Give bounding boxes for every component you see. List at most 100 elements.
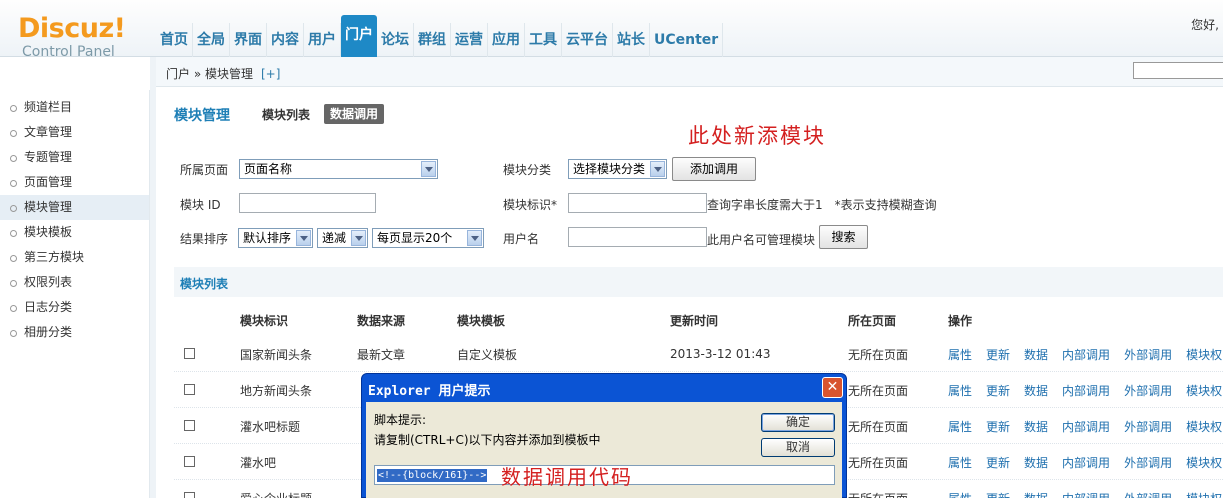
row-actions: 属性更新数据内部调用外部调用模块权限	[948, 418, 1223, 435]
row-checkbox[interactable]	[184, 420, 195, 431]
category-label: 模块分类	[503, 163, 552, 177]
row-actions: 属性更新数据内部调用外部调用模块权限	[948, 454, 1223, 471]
action-properties[interactable]: 属性	[948, 348, 972, 362]
row-checkbox[interactable]	[184, 348, 195, 359]
nav-ucenter[interactable]: UCenter	[650, 23, 724, 57]
page-select[interactable]: 页面名称	[239, 159, 438, 179]
quick-search-input[interactable]	[1133, 62, 1223, 79]
action-internal-call[interactable]: 内部调用	[1062, 456, 1110, 470]
row-source: 最新文章	[357, 348, 406, 362]
nav-founder[interactable]: 站长	[613, 23, 650, 57]
add-shortcut-link[interactable]: [+]	[261, 67, 280, 81]
row-time: 2013-3-12 01:43	[670, 347, 771, 361]
action-properties[interactable]: 属性	[948, 492, 972, 498]
nav-group[interactable]: 群组	[414, 23, 451, 57]
top-header: Discuz! Control Panel 首页 全局 界面 内容 用户 门户 …	[0, 0, 1223, 60]
action-internal-call[interactable]: 内部调用	[1062, 492, 1110, 498]
cancel-button[interactable]: 取消	[761, 438, 835, 457]
add-call-button[interactable]: 添加调用	[672, 157, 756, 181]
ident-hint: 查询字串长度需大于1 *表示支持模糊查询	[707, 198, 937, 212]
nav-user[interactable]: 用户	[304, 23, 341, 57]
sidebar-item-permission[interactable]: 权限列表	[0, 270, 149, 295]
sidebar-item-third-party[interactable]: 第三方模块	[0, 245, 149, 270]
sidebar-item-block[interactable]: 模块管理	[0, 195, 149, 220]
action-update[interactable]: 更新	[986, 492, 1010, 498]
annotation-code: 数据调用代码	[501, 465, 633, 489]
nav-operation[interactable]: 运营	[451, 23, 488, 57]
action-update[interactable]: 更新	[986, 384, 1010, 398]
breadcrumb-path: 门户 » 模块管理	[166, 67, 253, 81]
action-external-call[interactable]: 外部调用	[1124, 348, 1172, 362]
action-update[interactable]: 更新	[986, 456, 1010, 470]
block-ident-input[interactable]	[568, 193, 707, 213]
search-button[interactable]: 搜索	[819, 225, 868, 249]
sidebar-item-topic[interactable]: 专题管理	[0, 145, 149, 170]
explorer-prompt-dialog: Explorer 用户提示 ✕ 脚本提示: 请复制(CTRL+C)以下内容并添加…	[361, 373, 847, 498]
sidebar-item-blog-category[interactable]: 日志分类	[0, 295, 149, 320]
action-permission[interactable]: 模块权限	[1186, 348, 1223, 362]
row-checkbox[interactable]	[184, 384, 195, 395]
category-select[interactable]: 选择模块分类	[568, 159, 667, 179]
action-data[interactable]: 数据	[1024, 384, 1048, 398]
section-header: 模块列表	[174, 267, 1223, 297]
action-properties[interactable]: 属性	[948, 384, 972, 398]
nav-forum[interactable]: 论坛	[377, 23, 414, 57]
chevron-down-icon	[650, 161, 665, 177]
nav-tools[interactable]: 工具	[525, 23, 562, 57]
greeting: 您好,	[1191, 18, 1219, 32]
row-ident: 地方新闻头条	[240, 384, 313, 398]
action-data[interactable]: 数据	[1024, 348, 1048, 362]
row-checkbox[interactable]	[184, 456, 195, 467]
username-hint: 此用户名可管理模块	[707, 233, 816, 247]
col-template: 模块模板	[457, 314, 506, 328]
action-properties[interactable]: 属性	[948, 420, 972, 434]
action-properties[interactable]: 属性	[948, 456, 972, 470]
col-source: 数据来源	[357, 314, 406, 328]
sidebar-item-block-template[interactable]: 模块模板	[0, 220, 149, 245]
action-permission[interactable]: 模块权限	[1186, 384, 1223, 398]
per-page-select[interactable]: 每页显示20个	[372, 228, 484, 248]
username-input[interactable]	[568, 227, 707, 247]
nav-home[interactable]: 首页	[156, 23, 193, 57]
action-permission[interactable]: 模块权限	[1186, 420, 1223, 434]
table-row: 国家新闻头条 最新文章 自定义模板 2013-3-12 01:43 无所在页面 …	[174, 336, 1223, 372]
action-permission[interactable]: 模块权限	[1186, 492, 1223, 498]
code-input[interactable]: <!--{block/161}--> 数据调用代码	[374, 465, 835, 489]
sidebar-item-page[interactable]: 页面管理	[0, 170, 149, 195]
nav-style[interactable]: 界面	[230, 23, 267, 57]
sort-select[interactable]: 默认排序	[238, 228, 313, 248]
row-actions: 属性 更新 数据 内部调用 外部调用 模块权限	[948, 490, 1223, 498]
action-internal-call[interactable]: 内部调用	[1062, 420, 1110, 434]
ok-button[interactable]: 确定	[761, 413, 835, 432]
action-external-call[interactable]: 外部调用	[1124, 456, 1172, 470]
action-data[interactable]: 数据	[1024, 456, 1048, 470]
sidebar-item-album-category[interactable]: 相册分类	[0, 320, 149, 345]
nav-portal[interactable]: 门户	[341, 15, 377, 57]
tab-data-call[interactable]: 数据调用	[324, 104, 385, 124]
nav-cloud[interactable]: 云平台	[562, 23, 613, 57]
chevron-down-icon	[296, 230, 311, 246]
action-external-call[interactable]: 外部调用	[1124, 420, 1172, 434]
row-checkbox[interactable]	[184, 492, 195, 498]
action-data[interactable]: 数据	[1024, 420, 1048, 434]
dialog-line1: 脚本提示:	[374, 413, 427, 427]
action-internal-call[interactable]: 内部调用	[1062, 384, 1110, 398]
sidebar-item-article[interactable]: 文章管理	[0, 120, 149, 145]
action-update[interactable]: 更新	[986, 348, 1010, 362]
close-icon[interactable]: ✕	[822, 377, 843, 398]
action-data[interactable]: 数据	[1024, 492, 1048, 498]
action-internal-call[interactable]: 内部调用	[1062, 348, 1110, 362]
sidebar-item-channel[interactable]: 频道栏目	[0, 95, 149, 120]
dialog-line2: 请复制(CTRL+C)以下内容并添加到模板中	[374, 433, 601, 447]
order-select[interactable]: 递减	[317, 228, 368, 248]
action-permission[interactable]: 模块权限	[1186, 456, 1223, 470]
nav-app[interactable]: 应用	[488, 23, 525, 57]
action-external-call[interactable]: 外部调用	[1124, 384, 1172, 398]
tab-block-list[interactable]: 模块列表	[262, 106, 310, 123]
nav-global[interactable]: 全局	[193, 23, 230, 57]
row-ident: 灌水吧标题	[240, 420, 301, 434]
nav-content[interactable]: 内容	[267, 23, 304, 57]
action-external-call[interactable]: 外部调用	[1124, 492, 1172, 498]
action-update[interactable]: 更新	[986, 420, 1010, 434]
block-id-input[interactable]	[239, 193, 376, 213]
